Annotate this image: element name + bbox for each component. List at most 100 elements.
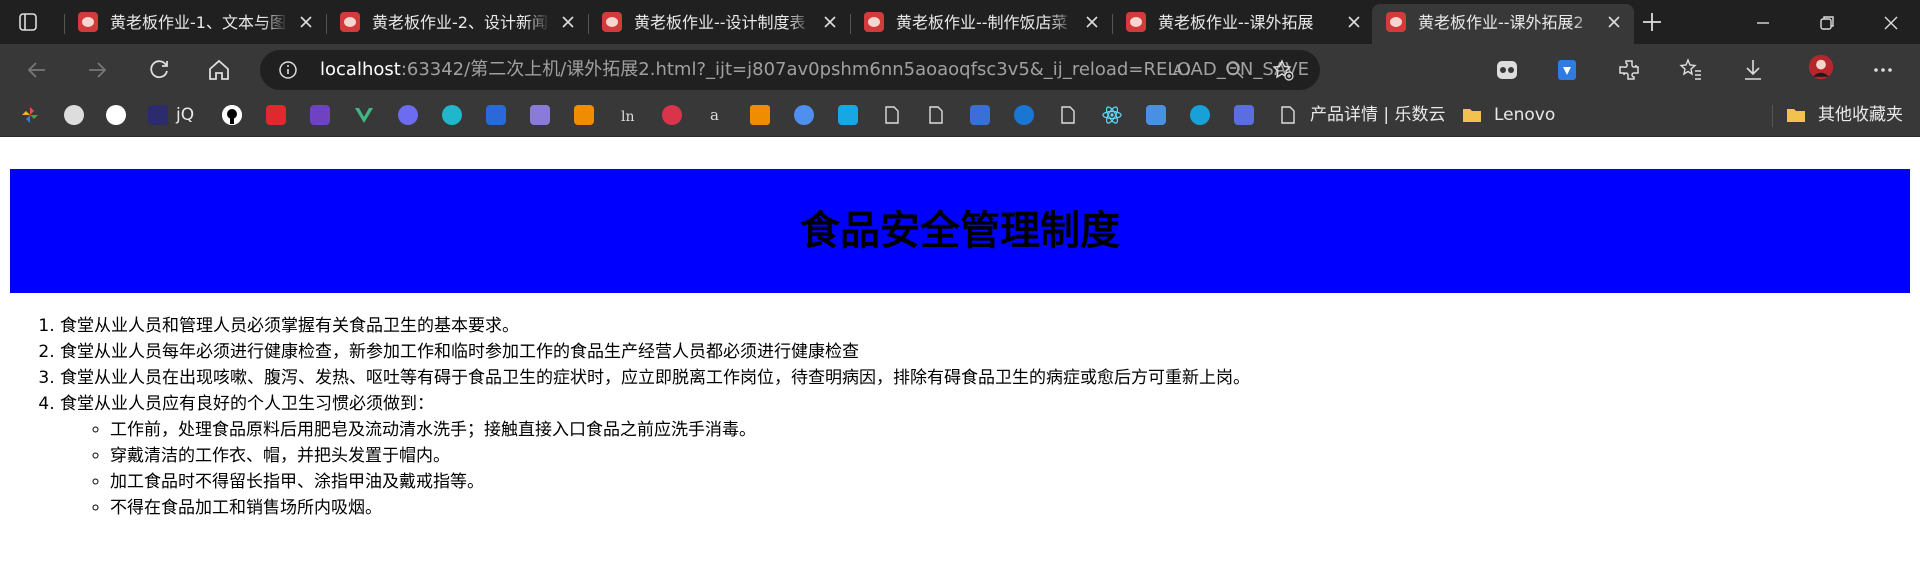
bookmark-page-icon[interactable] bbox=[1058, 105, 1078, 125]
address-bar[interactable]: localhost:63342/第二次上机/课外拓展2.html?_ijt=j8… bbox=[260, 50, 1320, 90]
hygiene-sublist: 工作前，处理食品原料后用肥皂及流动清水洗手；接触直接入口食品之前应洗手消毒。 穿… bbox=[60, 417, 1900, 521]
bookmark-github-icon[interactable] bbox=[222, 105, 242, 125]
rule-item: 食堂从业人员和管理人员必须掌握有关食品卫生的基本要求。 bbox=[60, 313, 1900, 339]
extension-blue-icon[interactable] bbox=[1554, 57, 1580, 83]
svg-text:ln: ln bbox=[621, 109, 635, 125]
tab-separator bbox=[850, 14, 851, 34]
url-host: localhost bbox=[320, 59, 401, 80]
tab-close-icon[interactable] bbox=[558, 12, 578, 32]
bookmark-product-label[interactable]: 产品详情 | 乐数云 bbox=[1310, 105, 1446, 125]
bookmark-amazon-icon[interactable]: a bbox=[706, 105, 726, 125]
tab-favicon-icon bbox=[1126, 12, 1146, 32]
new-tab-icon[interactable] bbox=[1640, 10, 1664, 34]
refresh-icon[interactable] bbox=[146, 57, 172, 83]
bookmark-anime-icon[interactable] bbox=[530, 105, 550, 125]
page-viewport: 食品安全管理制度 食堂从业人员和管理人员必须掌握有关食品卫生的基本要求。 食堂从… bbox=[0, 137, 1920, 568]
bookmark-tb-icon[interactable] bbox=[442, 105, 462, 125]
browser-tab[interactable]: 黄老板作业--课外拓展 bbox=[1112, 4, 1374, 42]
bookmark-vue-icon[interactable] bbox=[354, 105, 374, 125]
favorites-icon[interactable] bbox=[1678, 57, 1704, 83]
browser-tab[interactable]: 黄老板作业--设计制度表 bbox=[588, 4, 850, 42]
browser-tab[interactable]: 黄老板作业--制作饭店菜 bbox=[850, 4, 1112, 42]
bookmark-bird-icon[interactable] bbox=[1190, 105, 1210, 125]
bookmark-pinwheel-icon[interactable] bbox=[20, 105, 40, 125]
bookmark-page-icon[interactable] bbox=[1278, 105, 1298, 125]
tab-separator bbox=[64, 14, 65, 34]
hygiene-item: 工作前，处理食品原料后用肥皂及流动清水洗手；接触直接入口食品之前应洗手消毒。 bbox=[110, 417, 1900, 443]
bookmark-bolt-icon[interactable] bbox=[486, 105, 506, 125]
back-icon[interactable] bbox=[24, 57, 50, 83]
bookmark-feather-icon[interactable] bbox=[106, 105, 126, 125]
zoom-icon[interactable] bbox=[1224, 59, 1246, 81]
navigation-toolbar: localhost:63342/第二次上机/课外拓展2.html?_ijt=j8… bbox=[0, 44, 1920, 96]
favorites-divider bbox=[1772, 105, 1773, 127]
tab-actions-icon[interactable] bbox=[18, 12, 38, 32]
downloads-icon[interactable] bbox=[1740, 57, 1766, 83]
tab-title: 黄老板作业--设计制度表 bbox=[634, 13, 806, 32]
bookmark-cube-icon[interactable] bbox=[1146, 105, 1166, 125]
bookmark-orange-icon[interactable] bbox=[750, 105, 770, 125]
tab-favicon-icon bbox=[1386, 12, 1406, 32]
bookmark-bilibili-icon[interactable] bbox=[838, 105, 858, 125]
tab-close-icon[interactable] bbox=[1344, 12, 1364, 32]
bookmark-page-icon[interactable] bbox=[926, 105, 946, 125]
tab-favicon-icon bbox=[602, 12, 622, 32]
tab-title: 黄老板作业--课外拓展2 bbox=[1418, 13, 1584, 32]
rule-item: 食堂从业人员在出现咳嗽、腹泻、发热、呕吐等有碍于食品卫生的症状时，应立即脱离工作… bbox=[60, 365, 1900, 391]
bookmark-123-icon[interactable] bbox=[1234, 105, 1254, 125]
folder-icon[interactable] bbox=[1786, 105, 1806, 125]
tab-close-icon[interactable] bbox=[1604, 12, 1624, 32]
read-aloud-icon[interactable]: A bbox=[1172, 59, 1194, 81]
bookmark-bootstrap-icon[interactable] bbox=[310, 105, 330, 125]
tab-close-icon[interactable] bbox=[1082, 12, 1102, 32]
bookmark-jq-label[interactable]: jQ bbox=[176, 105, 194, 125]
rules-list: 食堂从业人员和管理人员必须掌握有关食品卫生的基本要求。 食堂从业人员每年必须进行… bbox=[0, 313, 1900, 521]
bookmark-paw-icon[interactable] bbox=[574, 105, 594, 125]
home-icon[interactable] bbox=[206, 57, 232, 83]
restore-icon[interactable] bbox=[1816, 12, 1838, 34]
bookmark-g-icon[interactable] bbox=[266, 105, 286, 125]
tab-separator bbox=[588, 14, 589, 34]
other-favorites-label[interactable]: 其他收藏夹 bbox=[1818, 105, 1903, 125]
svg-text:A: A bbox=[1173, 63, 1183, 79]
favorites-bar: jQ ln a 产品详情 | 乐数云 Lenovo 其他收藏夹 bbox=[0, 96, 1920, 137]
hygiene-item: 不得在食品加工和销售场所内吸烟。 bbox=[110, 495, 1900, 521]
bookmark-blue-knot-icon[interactable] bbox=[794, 105, 814, 125]
bookmark-jq-icon[interactable] bbox=[148, 105, 168, 125]
bookmark-d-icon[interactable] bbox=[1014, 105, 1034, 125]
browser-tab-active[interactable]: 黄老板作业--课外拓展2 bbox=[1372, 4, 1634, 44]
forward-icon[interactable] bbox=[84, 57, 110, 83]
tab-close-icon[interactable] bbox=[820, 12, 840, 32]
bookmark-ln-icon[interactable]: ln bbox=[618, 105, 638, 125]
tab-title: 黄老板作业-2、设计新闻 bbox=[372, 13, 548, 32]
bookmark-circle-icon[interactable] bbox=[64, 105, 84, 125]
bookmark-react-icon[interactable] bbox=[1102, 105, 1122, 125]
tab-strip: 黄老板作业-1、文本与图 黄老板作业-2、设计新闻 黄老板作业--设计制度表 黄… bbox=[0, 0, 1920, 44]
extensions-icon[interactable] bbox=[1616, 57, 1642, 83]
add-favorite-icon[interactable] bbox=[1272, 59, 1294, 81]
extension-owl-icon[interactable] bbox=[1494, 57, 1520, 83]
tab-title: 黄老板作业-1、文本与图 bbox=[110, 13, 286, 32]
bookmark-red-circle-icon[interactable] bbox=[662, 105, 682, 125]
site-info-icon[interactable] bbox=[278, 60, 298, 80]
url-text[interactable]: localhost:63342/第二次上机/课外拓展2.html?_ijt=j8… bbox=[320, 59, 1309, 81]
close-window-icon[interactable] bbox=[1880, 12, 1902, 34]
svg-text:a: a bbox=[710, 106, 719, 124]
browser-tab[interactable]: 黄老板作业-1、文本与图 bbox=[64, 4, 326, 42]
browser-tab[interactable]: 黄老板作业-2、设计新闻 bbox=[326, 4, 588, 42]
profile-avatar[interactable] bbox=[1808, 54, 1840, 86]
more-menu-icon[interactable] bbox=[1870, 57, 1896, 83]
tab-title: 黄老板作业--制作饭店菜 bbox=[896, 13, 1068, 32]
bookmark-page-icon[interactable] bbox=[882, 105, 902, 125]
hygiene-item: 穿戴清洁的工作衣、帽，并把头发置于帽内。 bbox=[110, 443, 1900, 469]
bookmark-table-icon[interactable] bbox=[970, 105, 990, 125]
bookmark-purple-icon[interactable] bbox=[398, 105, 418, 125]
tab-title: 黄老板作业--课外拓展 bbox=[1158, 13, 1314, 32]
bookmark-lenovo-label[interactable]: Lenovo bbox=[1494, 105, 1555, 125]
rules-content: 食堂从业人员和管理人员必须掌握有关食品卫生的基本要求。 食堂从业人员每年必须进行… bbox=[0, 313, 1900, 521]
rule-item: 食堂从业人员每年必须进行健康检查，新参加工作和临时参加工作的食品生产经营人员都必… bbox=[60, 339, 1900, 365]
minimize-icon[interactable] bbox=[1752, 12, 1774, 34]
tab-close-icon[interactable] bbox=[296, 12, 316, 32]
folder-icon[interactable] bbox=[1462, 105, 1482, 125]
tab-favicon-icon bbox=[340, 12, 360, 32]
